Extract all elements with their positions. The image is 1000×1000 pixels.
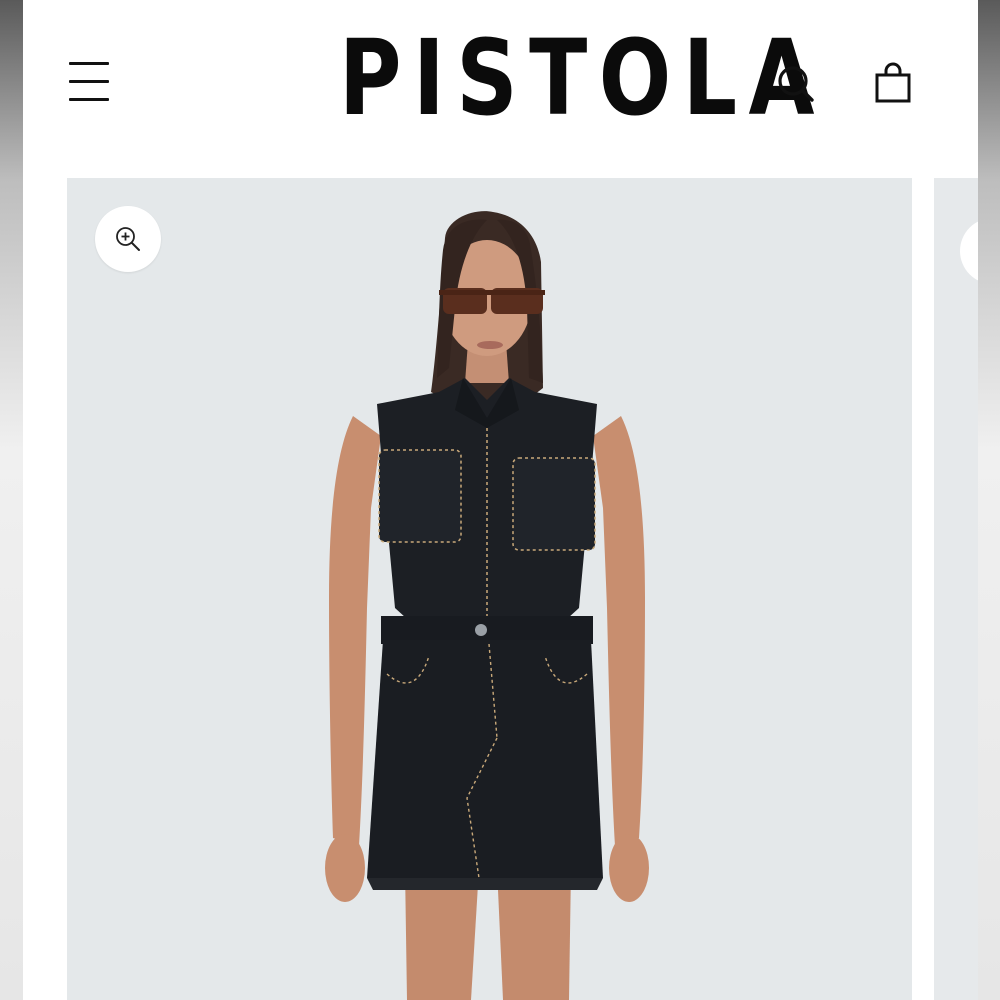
zoom-in-icon[interactable] — [960, 218, 978, 284]
product-image-slide[interactable] — [67, 178, 912, 1000]
left-backdrop — [0, 0, 23, 1000]
next-product-image-peek[interactable] — [934, 178, 978, 1000]
brand-logo[interactable]: PISTOLA — [339, 18, 815, 138]
product-photo — [325, 211, 649, 1000]
menu-line — [69, 98, 109, 101]
mobile-page: PISTOLA — [23, 0, 978, 1000]
menu-line — [69, 62, 109, 65]
site-header: PISTOLA — [23, 0, 978, 170]
zoom-in-icon[interactable] — [95, 206, 161, 272]
shopping-bag-icon[interactable] — [871, 60, 915, 106]
right-backdrop — [978, 0, 1000, 1000]
search-icon[interactable] — [774, 62, 818, 106]
hamburger-menu-icon[interactable] — [67, 60, 111, 104]
product-image-carousel[interactable] — [23, 178, 978, 1000]
menu-line — [69, 80, 109, 83]
